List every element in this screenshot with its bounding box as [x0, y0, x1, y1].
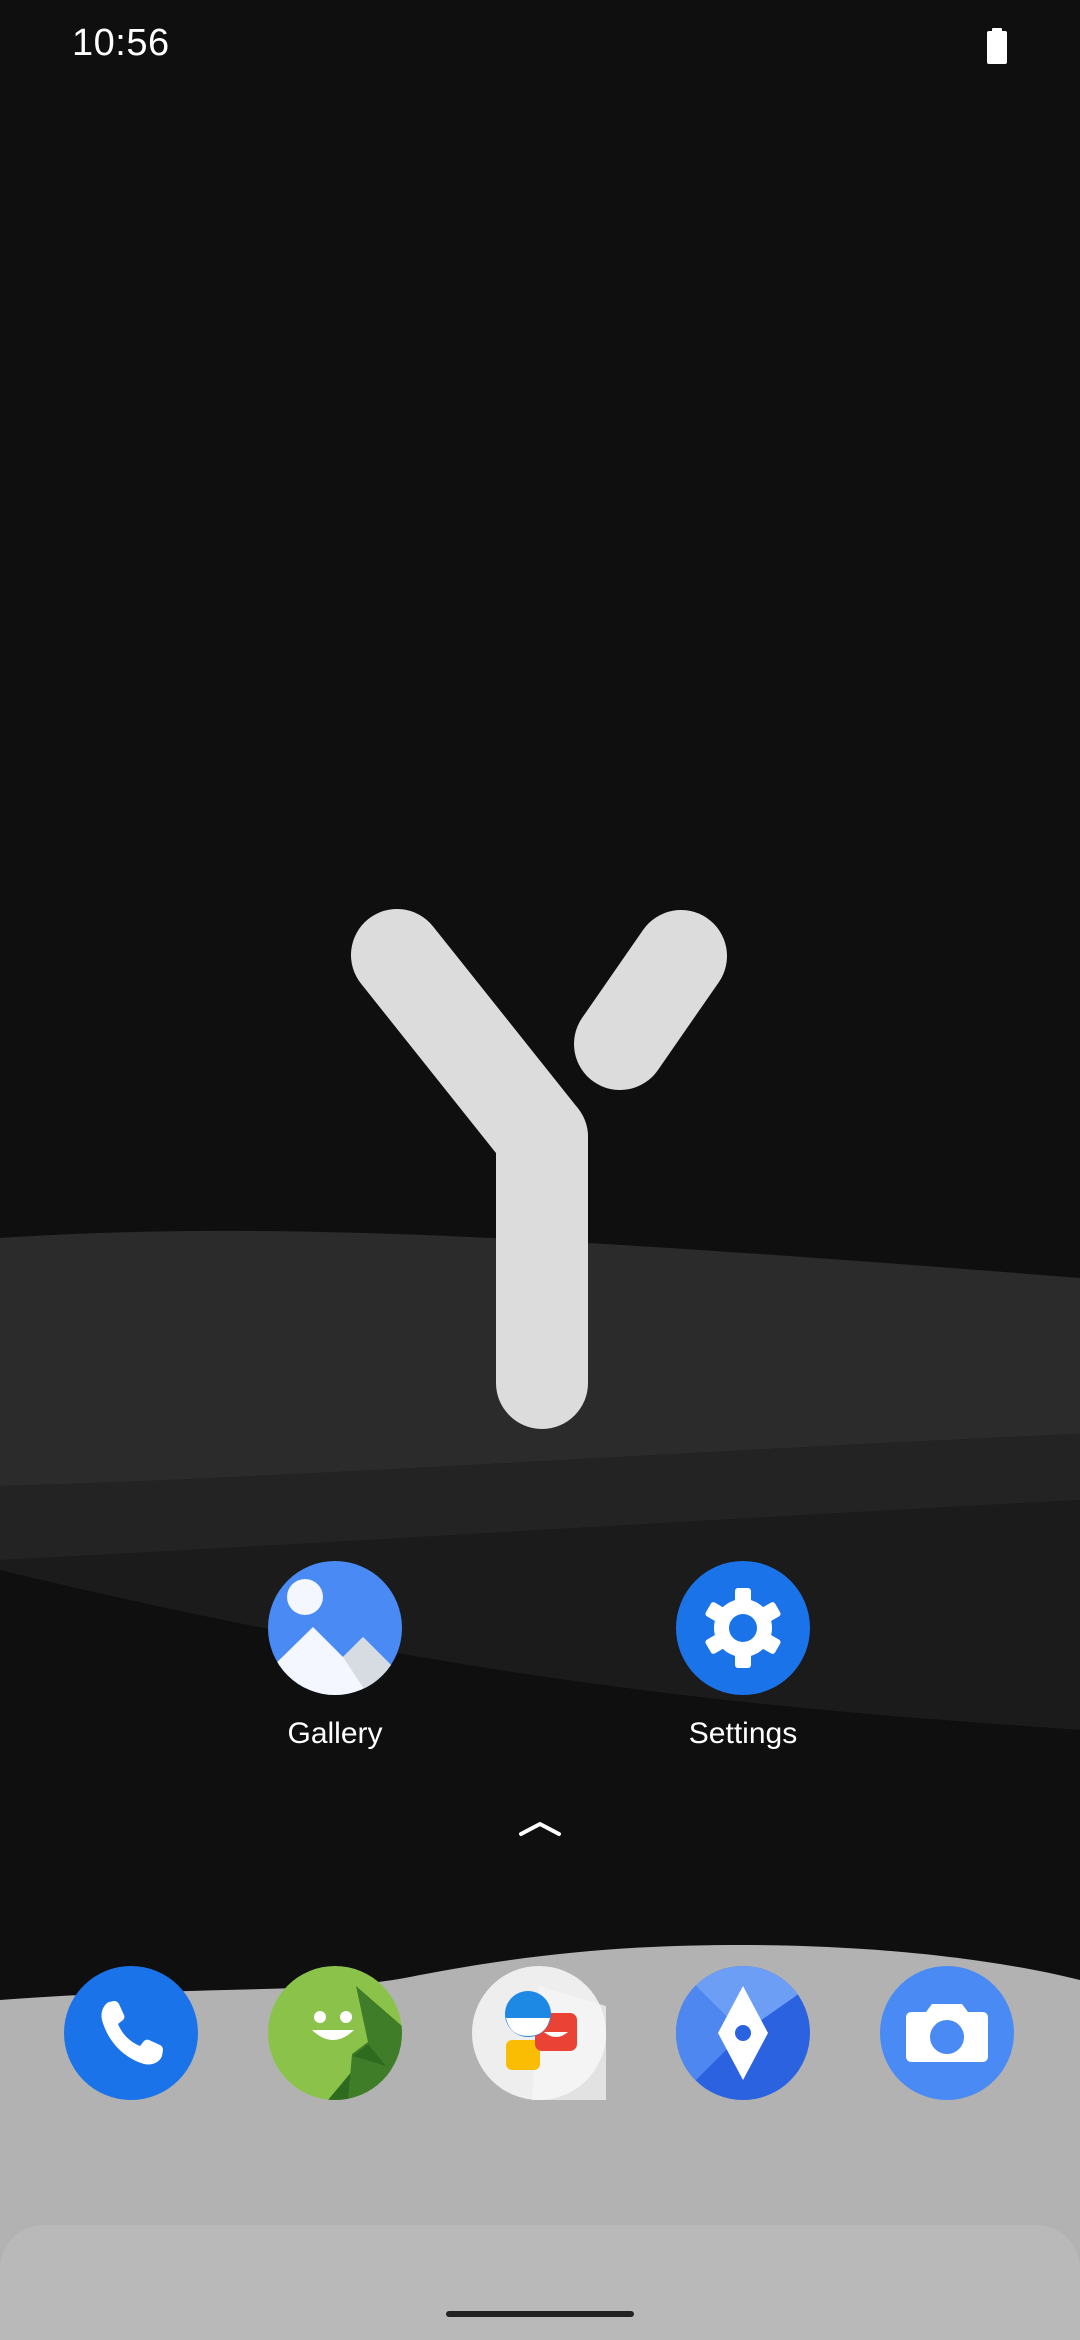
battery-full-icon [987, 28, 1007, 64]
chevron-up-icon[interactable] [515, 1812, 565, 1842]
gesture-nav-handle[interactable] [446, 2311, 634, 2317]
chat-icon[interactable] [472, 1966, 606, 2100]
app-settings[interactable]: Settings [643, 1561, 843, 1751]
camera-icon[interactable] [880, 1966, 1014, 2100]
home-screen: 10:56 Gallery Settings [0, 0, 1080, 2340]
app-label-gallery: Gallery [287, 1717, 383, 1750]
phone-icon[interactable] [64, 1966, 198, 2100]
app-gallery[interactable]: Gallery [235, 1561, 435, 1751]
app-label-settings: Settings [688, 1717, 798, 1750]
status-bar: 10:56 [0, 0, 1080, 95]
gallery-icon [268, 1561, 402, 1695]
settings-gear-icon [676, 1561, 810, 1695]
messaging-icon[interactable] [268, 1966, 402, 2100]
bottom-search-area[interactable] [0, 2225, 1080, 2340]
status-time: 10:56 [72, 22, 170, 64]
maps-icon[interactable] [676, 1966, 810, 2100]
